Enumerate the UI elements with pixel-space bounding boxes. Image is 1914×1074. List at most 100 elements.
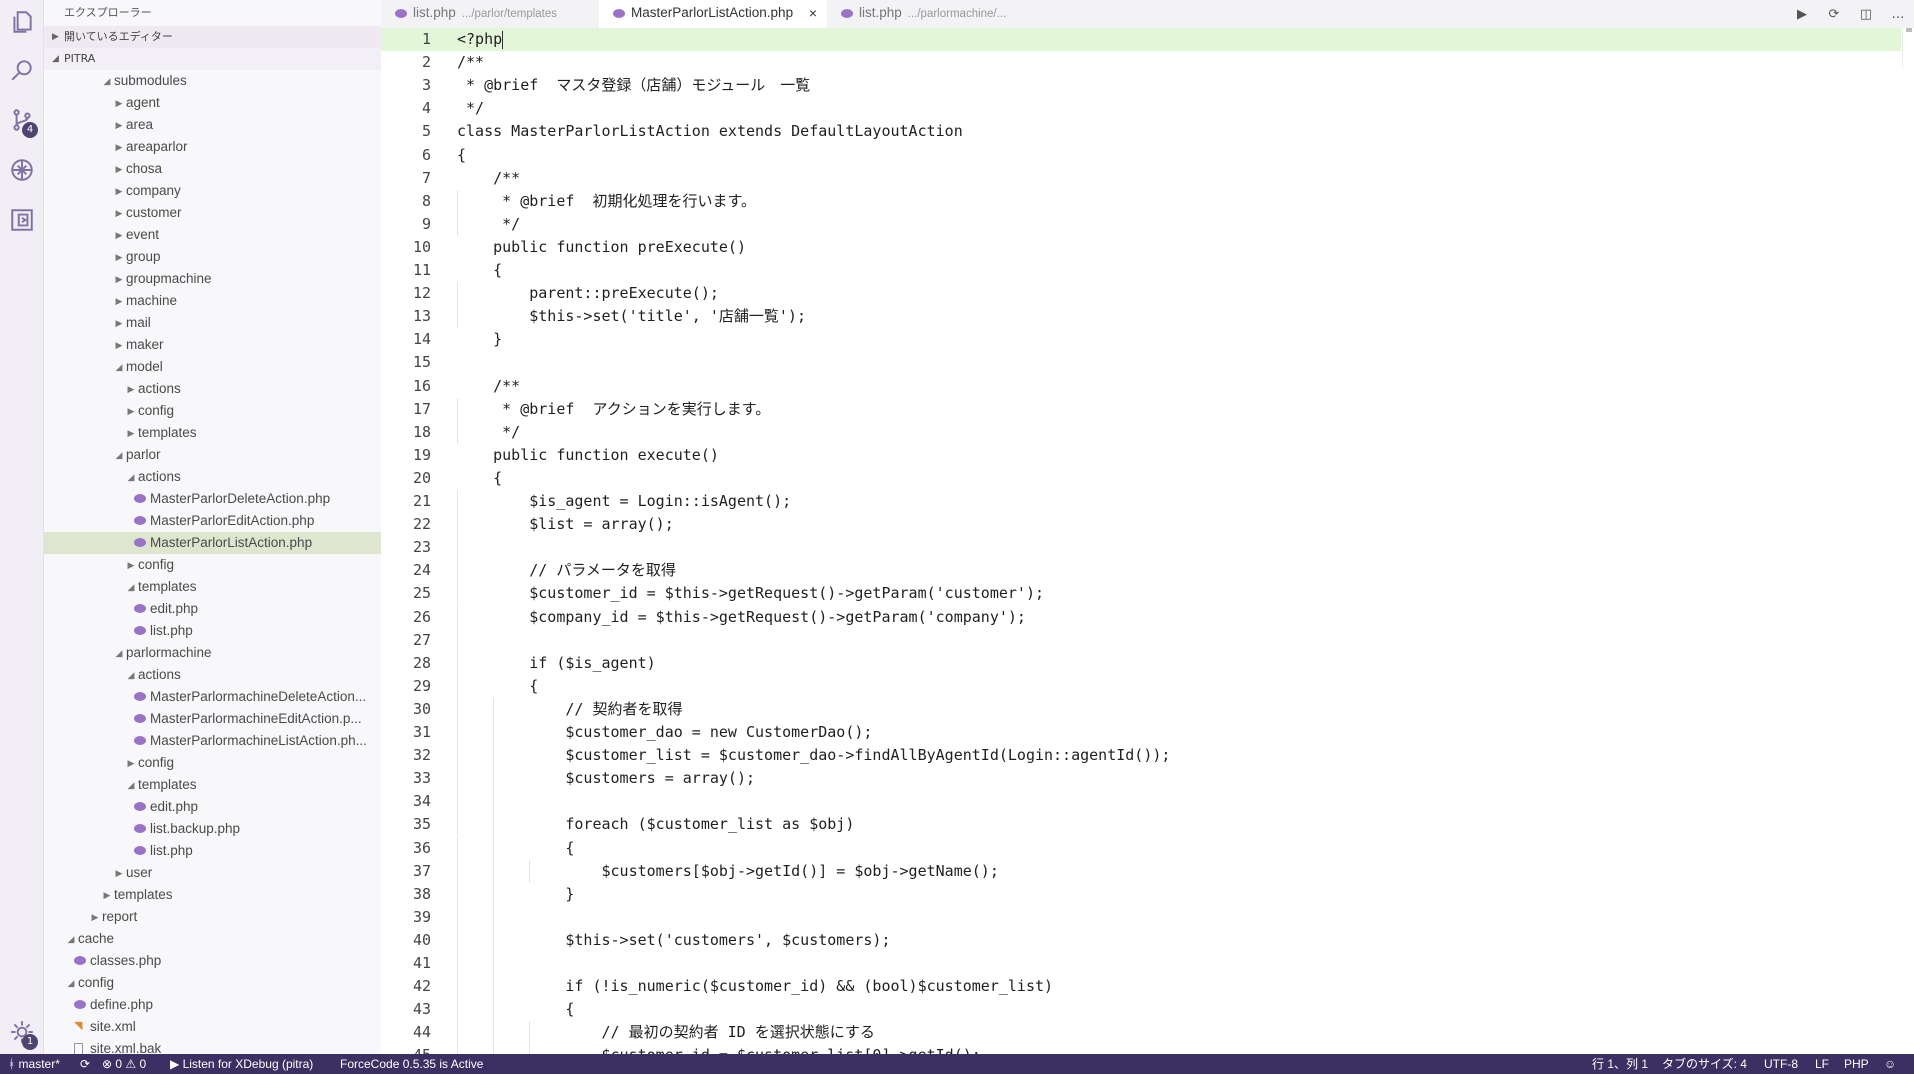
tree-item[interactable]: ◢ templates: [44, 774, 381, 796]
tree-item[interactable]: ▶ areaparlor: [44, 136, 381, 158]
code-line: 6{: [381, 144, 1901, 167]
open-editors-section[interactable]: ▶ 開いているエディター: [44, 26, 381, 48]
tree-item[interactable]: ▶ group: [44, 246, 381, 268]
tree-item[interactable]: list.php: [44, 620, 381, 642]
settings-gear-icon[interactable]: 1: [6, 1016, 38, 1050]
tree-item[interactable]: ▶ templates: [44, 422, 381, 444]
debug-icon[interactable]: [6, 154, 38, 186]
code-line: 18 */: [381, 420, 1901, 444]
code-line: 43 {: [381, 998, 1901, 1022]
tree-item[interactable]: ◢ cache: [44, 928, 381, 950]
line-number: 22: [412, 515, 431, 534]
tree-item[interactable]: MasterParlormachineListAction.ph...: [44, 730, 381, 752]
open-editors-label: 開いているエディター: [64, 30, 173, 43]
sync-icon[interactable]: ⟳: [80, 1054, 90, 1074]
tree-item[interactable]: ▶ chosa: [44, 158, 381, 180]
forcecode-item[interactable]: ForceCode 0.5.35 is Active: [340, 1054, 483, 1074]
tree-item-label: site.xml.bak: [90, 1041, 162, 1054]
tree-item[interactable]: ◢ actions: [44, 466, 381, 488]
tree-item[interactable]: MasterParlormachineDeleteAction...: [44, 686, 381, 708]
tree-item[interactable]: MasterParlorEditAction.php: [44, 510, 381, 532]
tree-item-label: actions: [138, 469, 181, 484]
chevron-right-icon: ▶: [115, 868, 123, 878]
tree-item[interactable]: site.xml.bak: [44, 1038, 381, 1054]
line-number: 31: [412, 723, 431, 741]
close-icon[interactable]: ×: [809, 0, 817, 26]
tree-item[interactable]: classes.php: [44, 950, 381, 972]
tree-item[interactable]: ▶ actions: [44, 378, 381, 400]
tree-item[interactable]: ▶ area: [44, 114, 381, 136]
tree-item[interactable]: ◢ submodules: [44, 70, 381, 92]
tree-item[interactable]: ▶ company: [44, 180, 381, 202]
line-number: 19: [412, 445, 431, 464]
tree-item[interactable]: ▶ mail: [44, 312, 381, 334]
tree-item[interactable]: ▶ agent: [44, 92, 381, 114]
tree-item[interactable]: ▶ templates: [44, 884, 381, 906]
line-number: 32: [412, 746, 431, 765]
line-ending[interactable]: LF: [1815, 1054, 1829, 1074]
tree-item[interactable]: MasterParlormachineEditAction.p...: [44, 708, 381, 730]
tree-item[interactable]: ▶ groupmachine: [44, 268, 381, 290]
code-text: $this->set('title', '店舗一覧');: [457, 307, 806, 326]
tree-item-label: MasterParlorListAction.php: [150, 535, 313, 550]
explorer-icon[interactable]: [6, 6, 38, 38]
git-branch-item[interactable]: ᚼ master*: [8, 1054, 60, 1074]
tree-item[interactable]: edit.php: [44, 598, 381, 620]
feedback-icon[interactable]: ☺: [1884, 1054, 1896, 1074]
code-editor[interactable]: 1 <?php 2/** 3 * @brief マスタ登録（店舗）モジュール 一覧 4 …: [381, 28, 1914, 1054]
line-number: 25: [412, 584, 431, 603]
tree-item[interactable]: edit.php: [44, 796, 381, 818]
language-mode[interactable]: PHP: [1844, 1054, 1869, 1074]
tree-item[interactable]: ◢ actions: [44, 664, 381, 686]
chevron-down-icon: ◢: [67, 934, 75, 944]
tree-item[interactable]: ▶ maker: [44, 334, 381, 356]
split-editor-icon[interactable]: ◫: [1850, 0, 1882, 28]
tab-size[interactable]: タブのサイズ: 4: [1662, 1054, 1747, 1074]
tree-item[interactable]: MasterParlorListAction.php: [44, 532, 381, 554]
tree-item[interactable]: define.php: [44, 994, 381, 1016]
tree-item-label: mail: [126, 315, 151, 330]
project-section[interactable]: ◢ PITRA: [44, 48, 381, 70]
tree-item[interactable]: ▶ config: [44, 400, 381, 422]
tab-master-parlor-list-action[interactable]: MasterParlorListAction.php ×: [599, 0, 827, 28]
line-number: 8: [421, 191, 431, 210]
code-text: }: [457, 330, 503, 349]
tree-item[interactable]: ◢ parlormachine: [44, 642, 381, 664]
cursor-position[interactable]: 行 1、列 1: [1592, 1054, 1648, 1074]
scm-badge: 4: [22, 122, 38, 138]
tree-item[interactable]: list.php: [44, 840, 381, 862]
code-text: * @brief アクションを実行します。: [457, 399, 771, 418]
tree-item[interactable]: ▶ event: [44, 224, 381, 246]
open-changes-icon[interactable]: ⟳: [1818, 0, 1850, 28]
tree-item[interactable]: ◢ templates: [44, 576, 381, 598]
tree-item[interactable]: MasterParlorDeleteAction.php: [44, 488, 381, 510]
tree-item[interactable]: list.backup.php: [44, 818, 381, 840]
tree-item[interactable]: ▶ user: [44, 862, 381, 884]
tree-item[interactable]: ▶ machine: [44, 290, 381, 312]
run-icon[interactable]: ▶: [1786, 0, 1818, 28]
code-line: 16 /**: [381, 375, 1901, 398]
line-number: 16: [412, 376, 431, 395]
tree-item[interactable]: ◢ model: [44, 356, 381, 378]
tab-list-php-parlor[interactable]: list.php .../parlor/templates: [381, 0, 599, 28]
tree-item[interactable]: ◢ parlor: [44, 444, 381, 466]
xdebug-item[interactable]: ▶ Listen for XDebug (pitra): [170, 1054, 313, 1074]
chevron-right-icon: ▶: [115, 186, 123, 196]
tree-item[interactable]: ◢ config: [44, 972, 381, 994]
tab-list-php-parlormachine[interactable]: list.php .../parlormachine/...: [827, 0, 1027, 28]
tree-item-label: parlormachine: [126, 645, 212, 660]
encoding[interactable]: UTF-8: [1764, 1054, 1798, 1074]
problems-item[interactable]: ⊗ 0 ⚠ 0: [102, 1054, 146, 1074]
line-number: 28: [412, 653, 431, 672]
tree-item[interactable]: ▶ config: [44, 752, 381, 774]
tree-item[interactable]: ▶ config: [44, 554, 381, 576]
tree-item[interactable]: ▶ report: [44, 906, 381, 928]
search-icon[interactable]: [6, 54, 38, 86]
code-line: 4 */: [381, 97, 1901, 120]
source-control-icon[interactable]: 4: [6, 104, 38, 138]
tree-item[interactable]: ◥ site.xml: [44, 1016, 381, 1038]
tree-item[interactable]: ▶ customer: [44, 202, 381, 224]
extensions-icon[interactable]: [6, 204, 38, 236]
more-actions-icon[interactable]: …: [1882, 0, 1914, 28]
editor-scrollbar[interactable]: [1902, 28, 1914, 68]
